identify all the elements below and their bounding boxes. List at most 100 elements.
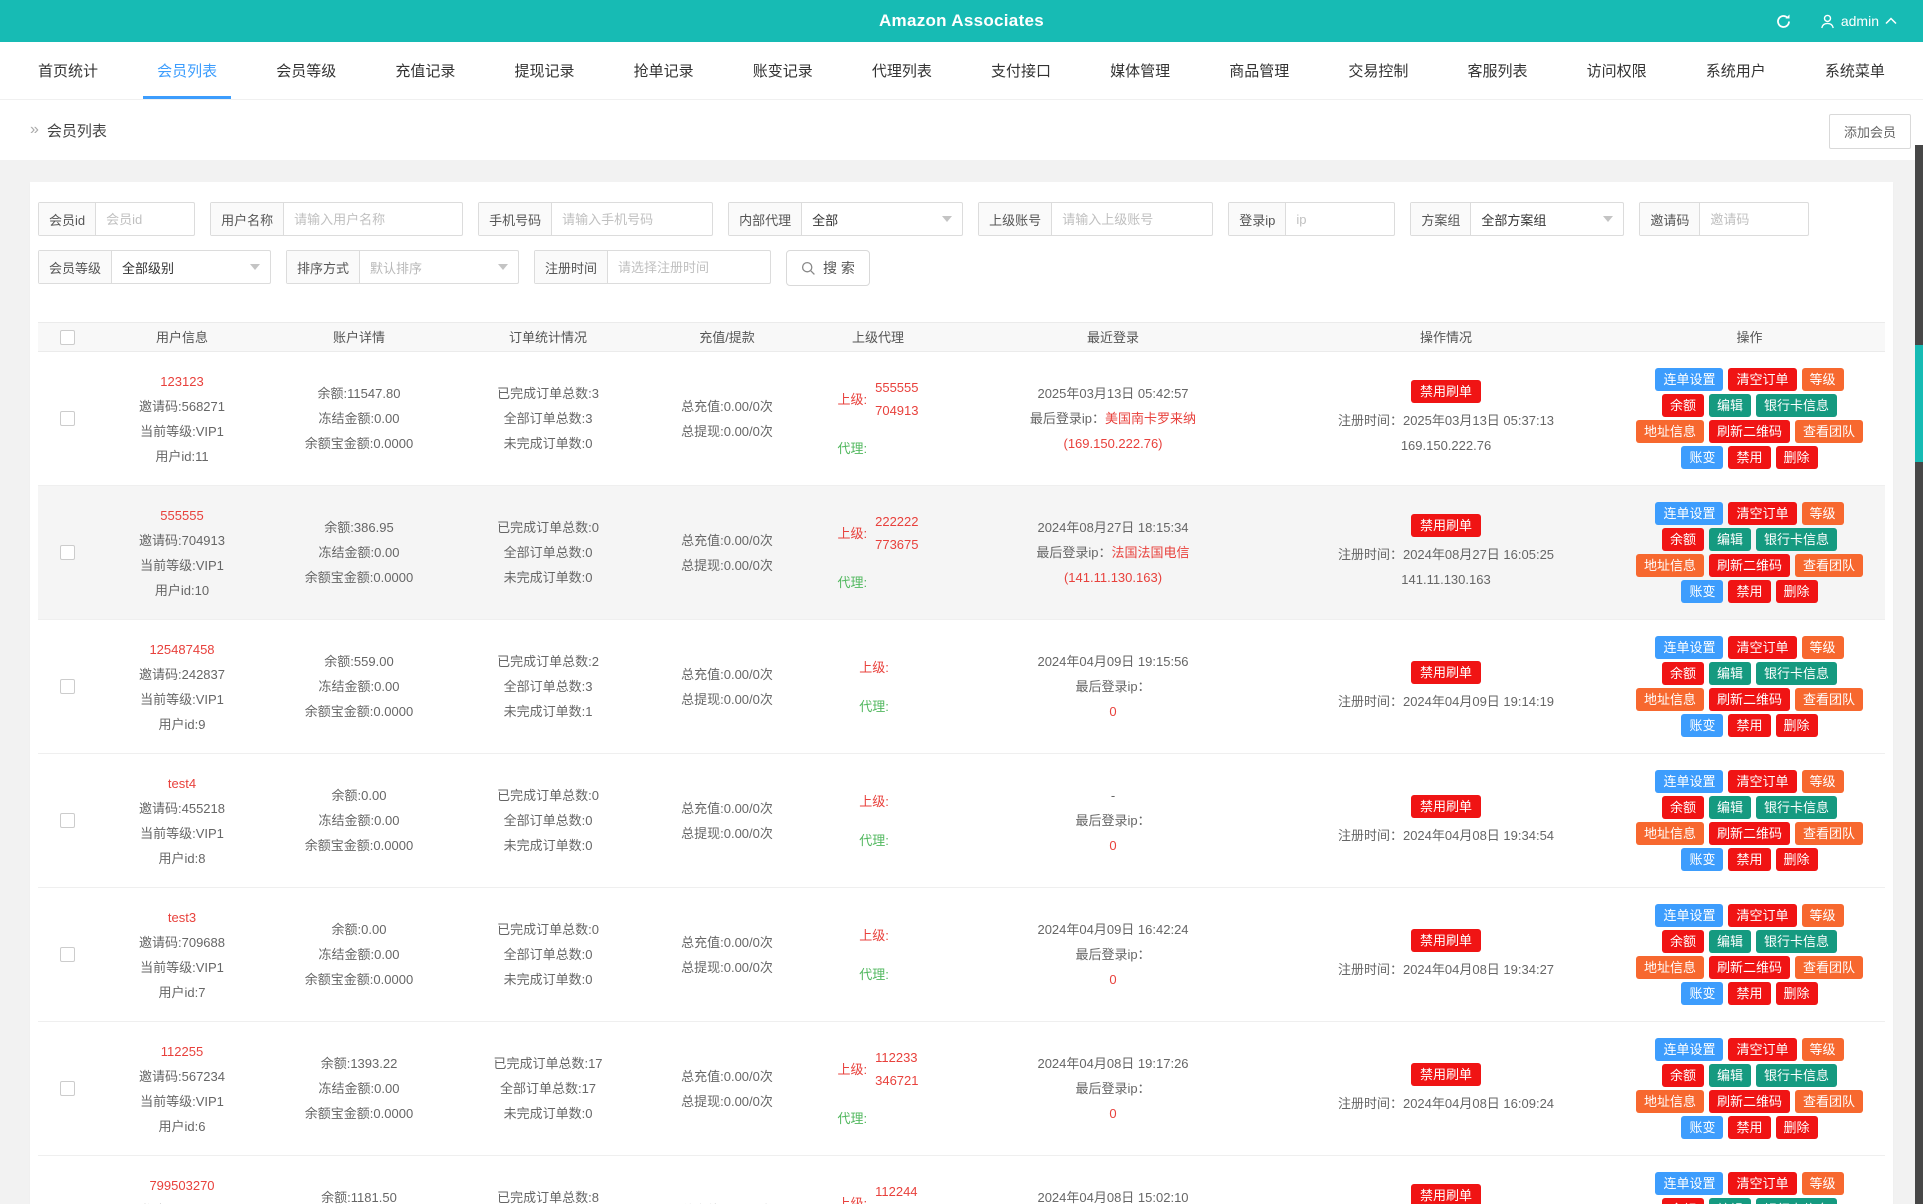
- parent-account-input[interactable]: [1052, 203, 1212, 235]
- nav-tab-media-management[interactable]: 媒体管理: [1100, 42, 1180, 99]
- edit-button[interactable]: 编辑: [1709, 930, 1751, 953]
- search-button[interactable]: 搜 索: [786, 250, 870, 286]
- ban-brushing-badge[interactable]: 禁用刷单: [1411, 514, 1481, 537]
- chain-order-settings-button[interactable]: 连单设置: [1655, 770, 1723, 793]
- address-info-button[interactable]: 地址信息: [1636, 420, 1704, 443]
- nav-tab-agent-list[interactable]: 代理列表: [862, 42, 942, 99]
- user-menu[interactable]: admin: [1820, 13, 1897, 29]
- ban-brushing-badge[interactable]: 禁用刷单: [1411, 1063, 1481, 1086]
- nav-tab-product-management[interactable]: 商品管理: [1219, 42, 1299, 99]
- ban-brushing-badge[interactable]: 禁用刷单: [1411, 661, 1481, 684]
- clear-orders-button[interactable]: 清空订单: [1728, 1038, 1796, 1061]
- clear-orders-button[interactable]: 清空订单: [1728, 636, 1796, 659]
- ban-brushing-badge[interactable]: 禁用刷单: [1411, 795, 1481, 818]
- nav-tab-access-rights[interactable]: 访问权限: [1577, 42, 1657, 99]
- nav-tab-member-list[interactable]: 会员列表: [147, 42, 227, 99]
- plan-group-select[interactable]: 全部方案组: [1471, 203, 1623, 235]
- chain-order-settings-button[interactable]: 连单设置: [1655, 636, 1723, 659]
- refresh-qrcode-button[interactable]: 刷新二维码: [1709, 822, 1790, 845]
- balance-button[interactable]: 余额: [1662, 528, 1704, 551]
- account-change-button[interactable]: 账变: [1681, 982, 1723, 1005]
- ban-brushing-badge[interactable]: 禁用刷单: [1411, 929, 1481, 952]
- delete-button[interactable]: 删除: [1776, 714, 1818, 737]
- ban-brushing-badge[interactable]: 禁用刷单: [1411, 380, 1481, 403]
- level-button[interactable]: 等级: [1802, 502, 1844, 525]
- bank-card-info-button[interactable]: 银行卡信息: [1756, 528, 1837, 551]
- disable-button[interactable]: 禁用: [1728, 848, 1770, 871]
- disable-button[interactable]: 禁用: [1728, 446, 1770, 469]
- account-change-button[interactable]: 账变: [1681, 446, 1723, 469]
- nav-tab-recharge-records[interactable]: 充值记录: [385, 42, 465, 99]
- bank-card-info-button[interactable]: 银行卡信息: [1756, 394, 1837, 417]
- balance-button[interactable]: 余额: [1662, 1064, 1704, 1087]
- clear-orders-button[interactable]: 清空订单: [1728, 368, 1796, 391]
- select-all-checkbox[interactable]: [60, 330, 75, 345]
- member-level-select[interactable]: 全部级别: [112, 251, 270, 283]
- balance-button[interactable]: 余额: [1662, 1198, 1704, 1204]
- scrollbar-thumb[interactable]: [1915, 345, 1923, 462]
- phone-input[interactable]: [552, 203, 712, 235]
- clear-orders-button[interactable]: 清空订单: [1728, 904, 1796, 927]
- chain-order-settings-button[interactable]: 连单设置: [1655, 502, 1723, 525]
- address-info-button[interactable]: 地址信息: [1636, 554, 1704, 577]
- chain-order-settings-button[interactable]: 连单设置: [1655, 1172, 1723, 1195]
- edit-button[interactable]: 编辑: [1709, 1198, 1751, 1204]
- delete-button[interactable]: 删除: [1776, 446, 1818, 469]
- view-team-button[interactable]: 查看团队: [1795, 956, 1863, 979]
- sort-select[interactable]: 默认排序: [360, 251, 518, 283]
- nav-tab-grab-order-records[interactable]: 抢单记录: [624, 42, 704, 99]
- view-team-button[interactable]: 查看团队: [1795, 822, 1863, 845]
- nav-tab-home-stats[interactable]: 首页统计: [28, 42, 108, 99]
- refresh-qrcode-button[interactable]: 刷新二维码: [1709, 420, 1790, 443]
- clear-orders-button[interactable]: 清空订单: [1728, 770, 1796, 793]
- delete-button[interactable]: 删除: [1776, 1116, 1818, 1139]
- refresh-qrcode-button[interactable]: 刷新二维码: [1709, 554, 1790, 577]
- clear-orders-button[interactable]: 清空订单: [1728, 1172, 1796, 1195]
- account-change-button[interactable]: 账变: [1681, 1116, 1723, 1139]
- balance-button[interactable]: 余额: [1662, 662, 1704, 685]
- bank-card-info-button[interactable]: 银行卡信息: [1756, 796, 1837, 819]
- edit-button[interactable]: 编辑: [1709, 662, 1751, 685]
- scrollbar-track[interactable]: [1915, 145, 1923, 1204]
- nav-tab-member-level[interactable]: 会员等级: [266, 42, 346, 99]
- edit-button[interactable]: 编辑: [1709, 796, 1751, 819]
- delete-button[interactable]: 删除: [1776, 982, 1818, 1005]
- reg-time-input[interactable]: [608, 251, 770, 283]
- row-checkbox[interactable]: [60, 813, 75, 828]
- nav-tab-withdraw-records[interactable]: 提现记录: [505, 42, 585, 99]
- disable-button[interactable]: 禁用: [1728, 580, 1770, 603]
- nav-tab-system-menu[interactable]: 系统菜单: [1815, 42, 1895, 99]
- nav-tab-support-list[interactable]: 客服列表: [1458, 42, 1538, 99]
- refresh-qrcode-button[interactable]: 刷新二维码: [1709, 1090, 1790, 1113]
- edit-button[interactable]: 编辑: [1709, 394, 1751, 417]
- bank-card-info-button[interactable]: 银行卡信息: [1756, 930, 1837, 953]
- row-checkbox[interactable]: [60, 545, 75, 560]
- balance-button[interactable]: 余额: [1662, 394, 1704, 417]
- nav-tab-account-change-records[interactable]: 账变记录: [743, 42, 823, 99]
- bank-card-info-button[interactable]: 银行卡信息: [1756, 1064, 1837, 1087]
- username-input[interactable]: [284, 203, 462, 235]
- view-team-button[interactable]: 查看团队: [1795, 554, 1863, 577]
- address-info-button[interactable]: 地址信息: [1636, 956, 1704, 979]
- account-change-button[interactable]: 账变: [1681, 714, 1723, 737]
- internal-agent-select[interactable]: 全部: [802, 203, 962, 235]
- disable-button[interactable]: 禁用: [1728, 982, 1770, 1005]
- address-info-button[interactable]: 地址信息: [1636, 1090, 1704, 1113]
- account-change-button[interactable]: 账变: [1681, 580, 1723, 603]
- balance-button[interactable]: 余额: [1662, 796, 1704, 819]
- bank-card-info-button[interactable]: 银行卡信息: [1756, 662, 1837, 685]
- level-button[interactable]: 等级: [1802, 368, 1844, 391]
- row-checkbox[interactable]: [60, 411, 75, 426]
- chain-order-settings-button[interactable]: 连单设置: [1655, 1038, 1723, 1061]
- chain-order-settings-button[interactable]: 连单设置: [1655, 368, 1723, 391]
- edit-button[interactable]: 编辑: [1709, 528, 1751, 551]
- view-team-button[interactable]: 查看团队: [1795, 688, 1863, 711]
- ban-brushing-badge[interactable]: 禁用刷单: [1411, 1184, 1481, 1204]
- view-team-button[interactable]: 查看团队: [1795, 420, 1863, 443]
- row-checkbox[interactable]: [60, 679, 75, 694]
- balance-button[interactable]: 余额: [1662, 930, 1704, 953]
- chain-order-settings-button[interactable]: 连单设置: [1655, 904, 1723, 927]
- disable-button[interactable]: 禁用: [1728, 1116, 1770, 1139]
- view-team-button[interactable]: 查看团队: [1795, 1090, 1863, 1113]
- clear-orders-button[interactable]: 清空订单: [1728, 502, 1796, 525]
